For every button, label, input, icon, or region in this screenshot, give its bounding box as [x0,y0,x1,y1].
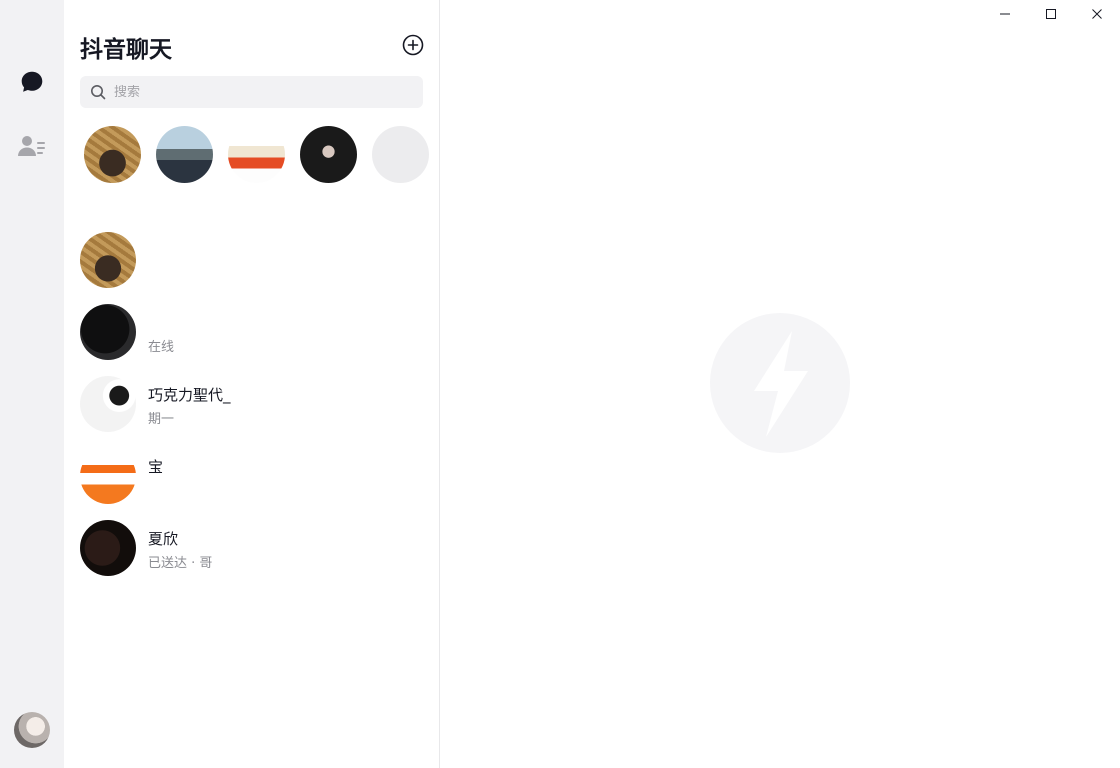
close-button[interactable] [1074,0,1120,28]
friend-story[interactable] [364,126,436,216]
chat-bubble-icon [21,71,43,92]
avatar [371,126,429,183]
conversation-list: 在线 巧克力聖代_ 期一 宝 夏欣 已送达 · 哥 [64,228,440,588]
friend-story[interactable] [292,126,364,216]
contacts-nav-button[interactable] [16,130,48,162]
list-item[interactable] [64,228,440,300]
new-chat-button[interactable] [402,34,424,56]
avatar [227,126,285,183]
list-item[interactable]: 巧克力聖代_ 期一 [64,372,440,444]
list-item[interactable]: 在线 [64,300,440,372]
message-preview: 在线 [148,340,175,355]
friends-row [76,126,436,216]
minimize-icon [1000,13,1010,15]
avatar [80,232,136,288]
avatar [80,304,136,360]
avatar [299,126,357,183]
close-icon [1092,9,1102,19]
chat-main-panel [440,0,1120,768]
minimize-button[interactable] [982,0,1028,28]
plus-circle-icon [402,34,424,56]
nav-rail [0,0,64,768]
search-box[interactable] [80,76,423,108]
contacts-icon [18,136,45,156]
avatar [83,126,141,183]
user-avatar[interactable] [14,712,50,748]
contact-name: 夏欣 [148,530,179,548]
avatar [80,448,136,504]
message-preview: 已送达 · 哥 [148,556,213,571]
search-input[interactable] [114,84,404,100]
friend-story[interactable] [76,126,148,216]
search-icon [91,85,106,100]
friend-story[interactable] [148,126,220,216]
chat-sidebar: 抖音聊天 搜索 在线 巧克力聖代_ 期一 宝 夏欣 已送达 · 哥 [64,0,440,768]
friend-story[interactable] [220,126,292,216]
avatar [80,376,136,432]
chat-nav-button[interactable] [16,66,48,98]
list-item[interactable]: 宝 [64,444,440,516]
contact-name: 巧克力聖代_ [148,386,231,404]
maximize-icon [1046,9,1056,19]
message-preview: 期一 [148,412,175,427]
avatar [80,520,136,576]
contact-name: 宝 [148,458,164,476]
page-title: 抖音聊天 [80,37,172,63]
lightning-logo-icon [710,313,850,453]
avatar [155,126,213,183]
list-item[interactable]: 夏欣 已送达 · 哥 [64,516,440,588]
maximize-button[interactable] [1028,0,1074,28]
